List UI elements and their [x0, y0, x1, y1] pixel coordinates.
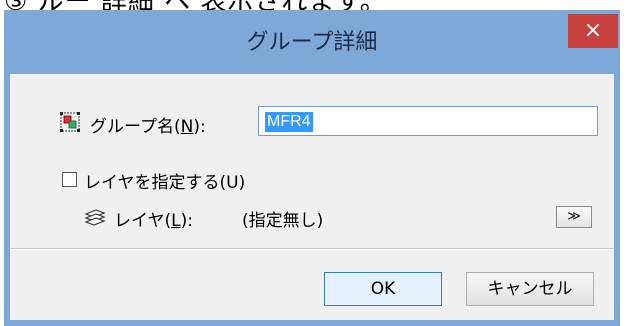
caption-fragment: ③ ルー 詳細 ヘ 表示されます。	[0, 0, 632, 10]
caption-text: ③ ルー 詳細 ヘ 表示されます。	[4, 0, 387, 10]
layer-label: レイヤ(L):	[114, 211, 193, 231]
close-icon: ×	[583, 18, 603, 43]
specify-layer-label[interactable]: レイヤを指定する(U)	[84, 168, 245, 193]
ok-button[interactable]: OK	[324, 272, 442, 306]
group-name-input[interactable]: MFR4	[258, 106, 598, 136]
dialog-titlebar: グループ詳細 ×	[4, 10, 620, 74]
specify-layer-checkbox[interactable]	[62, 172, 77, 187]
dialog-title: グループ詳細	[246, 30, 378, 55]
group-name-label: グループ名(N):	[90, 117, 206, 137]
dialog-body: グループ名(N): MFR4 レイヤを指定する(U) レイヤ(L): (指定無し…	[10, 74, 614, 320]
group-icon	[60, 112, 80, 132]
divider	[10, 248, 614, 250]
layer-browse-button[interactable]: ≫	[556, 206, 592, 228]
layers-icon	[84, 209, 106, 226]
group-name-value: MFR4	[265, 112, 313, 132]
layer-value: (指定無し)	[242, 211, 324, 231]
cancel-button[interactable]: キャンセル	[466, 272, 594, 306]
group-detail-dialog: グループ詳細 × グループ名(N): MFR4 レイヤを指定する(U) レイヤ(…	[4, 10, 620, 326]
close-button[interactable]: ×	[568, 14, 618, 48]
